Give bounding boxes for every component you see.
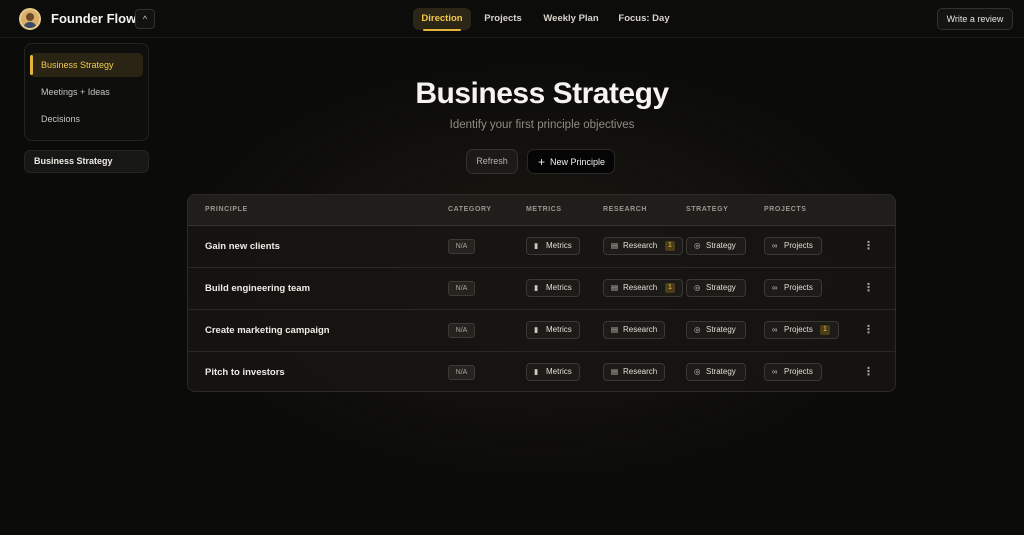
projects-chip-label: Projects bbox=[784, 283, 813, 292]
target-icon: ◎ bbox=[694, 367, 701, 376]
table-row[interactable]: Create marketing campaign N/A ▮ Metrics ▤… bbox=[188, 310, 895, 352]
category-badge: N/A bbox=[448, 239, 475, 254]
principles-table: PRINCIPLE CATEGORY METRICS RESEARCH STRA… bbox=[187, 194, 896, 392]
strategy-chip-label: Strategy bbox=[706, 241, 736, 250]
document-icon: ▤ bbox=[611, 283, 619, 292]
write-review-button[interactable]: Write a review bbox=[937, 8, 1013, 30]
principle-name: Create marketing campaign bbox=[205, 325, 330, 336]
document-icon: ▤ bbox=[611, 241, 619, 250]
projects-chip[interactable]: ∞ Projects 1 bbox=[764, 321, 839, 339]
research-chip[interactable]: ▤ Research bbox=[603, 321, 665, 339]
new-principle-button[interactable]: + New Principle bbox=[527, 149, 615, 174]
research-chip-label: Research bbox=[623, 241, 658, 250]
more-options-icon[interactable]: ⋮ bbox=[863, 323, 874, 339]
page-title: Business Strategy bbox=[415, 77, 669, 110]
more-options-icon[interactable]: ⋮ bbox=[863, 365, 874, 381]
projects-chip[interactable]: ∞ Projects bbox=[764, 237, 822, 255]
strategy-chip-label: Strategy bbox=[706, 367, 736, 376]
principle-name: Gain new clients bbox=[205, 241, 280, 252]
projects-count-badge: 1 bbox=[820, 325, 830, 335]
link-icon: ∞ bbox=[772, 367, 778, 376]
metrics-chip[interactable]: ▮ Metrics bbox=[526, 321, 580, 339]
header-principle: PRINCIPLE bbox=[205, 206, 248, 213]
bar-chart-icon: ▮ bbox=[534, 241, 539, 250]
table-row[interactable]: Gain new clients N/A ▮ Metrics ▤ Research 1… bbox=[188, 226, 895, 268]
nav-tab-projects[interactable]: Projects bbox=[479, 8, 527, 30]
metrics-chip-label: Metrics bbox=[546, 283, 572, 292]
header-category: CATEGORY bbox=[448, 206, 492, 213]
document-icon: ▤ bbox=[611, 325, 619, 334]
nav-tab-weekly-plan[interactable]: Weekly Plan bbox=[539, 8, 603, 30]
nav-tab-focus-day[interactable]: Focus: Day bbox=[614, 8, 674, 30]
metrics-chip-label: Metrics bbox=[546, 367, 572, 376]
metrics-chip[interactable]: ▮ Metrics bbox=[526, 237, 580, 255]
metrics-chip[interactable]: ▮ Metrics bbox=[526, 279, 580, 297]
main-nav: Direction Projects Weekly Plan Focus: Da… bbox=[0, 8, 1024, 31]
bar-chart-icon: ▮ bbox=[534, 367, 539, 376]
research-chip[interactable]: ▤ Research 1 bbox=[603, 237, 683, 255]
bar-chart-icon: ▮ bbox=[534, 283, 539, 292]
header-research: RESEARCH bbox=[603, 206, 648, 213]
principle-name: Pitch to investors bbox=[205, 367, 285, 378]
target-icon: ◎ bbox=[694, 283, 701, 292]
sidebar-selected-card[interactable]: Business Strategy bbox=[24, 150, 149, 173]
table-header: PRINCIPLE CATEGORY METRICS RESEARCH STRA… bbox=[188, 195, 895, 226]
metrics-chip-label: Metrics bbox=[546, 325, 572, 334]
metrics-chip[interactable]: ▮ Metrics bbox=[526, 363, 580, 381]
category-badge: N/A bbox=[448, 323, 475, 338]
strategy-chip[interactable]: ◎ Strategy bbox=[686, 321, 746, 339]
link-icon: ∞ bbox=[772, 325, 778, 334]
top-bar: Founder Flow ^ Direction Projects Weekly… bbox=[0, 0, 1024, 38]
projects-chip-label: Projects bbox=[784, 325, 813, 334]
document-icon: ▤ bbox=[611, 367, 619, 376]
table-row[interactable]: Build engineering team N/A ▮ Metrics ▤ Res… bbox=[188, 268, 895, 310]
new-principle-label: New Principle bbox=[550, 157, 606, 167]
metrics-chip-label: Metrics bbox=[546, 241, 572, 250]
target-icon: ◎ bbox=[694, 241, 701, 250]
strategy-chip[interactable]: ◎ Strategy bbox=[686, 279, 746, 297]
research-chip-label: Research bbox=[623, 325, 658, 334]
strategy-chip[interactable]: ◎ Strategy bbox=[686, 363, 746, 381]
bar-chart-icon: ▮ bbox=[534, 325, 539, 334]
target-icon: ◎ bbox=[694, 325, 701, 334]
projects-chip-label: Projects bbox=[784, 367, 813, 376]
nav-tab-direction[interactable]: Direction bbox=[413, 8, 471, 31]
more-options-icon[interactable]: ⋮ bbox=[863, 239, 874, 255]
link-icon: ∞ bbox=[772, 283, 778, 292]
header-projects: PROJECTS bbox=[764, 206, 807, 213]
projects-chip[interactable]: ∞ Projects bbox=[764, 363, 822, 381]
strategy-chip-label: Strategy bbox=[706, 325, 736, 334]
projects-chip-label: Projects bbox=[784, 241, 813, 250]
strategy-chip[interactable]: ◎ Strategy bbox=[686, 237, 746, 255]
projects-chip[interactable]: ∞ Projects bbox=[764, 279, 822, 297]
link-icon: ∞ bbox=[772, 241, 778, 250]
research-chip-label: Research bbox=[623, 367, 658, 376]
strategy-chip-label: Strategy bbox=[706, 283, 736, 292]
category-badge: N/A bbox=[448, 281, 475, 296]
research-count-badge: 1 bbox=[665, 283, 675, 293]
research-chip[interactable]: ▤ Research 1 bbox=[603, 279, 683, 297]
category-badge: N/A bbox=[448, 365, 475, 380]
table-row[interactable]: Pitch to investors N/A ▮ Metrics ▤ Researc… bbox=[188, 352, 895, 391]
principle-name: Build engineering team bbox=[205, 283, 311, 294]
research-chip-label: Research bbox=[623, 283, 658, 292]
research-count-badge: 1 bbox=[665, 241, 675, 251]
more-options-icon[interactable]: ⋮ bbox=[863, 281, 874, 297]
plus-icon: + bbox=[538, 155, 546, 169]
sidebar-item-business-strategy[interactable]: Business Strategy bbox=[30, 53, 143, 77]
header-metrics: METRICS bbox=[526, 206, 562, 213]
header-strategy: STRATEGY bbox=[686, 206, 729, 213]
research-chip[interactable]: ▤ Research bbox=[603, 363, 665, 381]
refresh-button[interactable]: Refresh bbox=[466, 149, 518, 174]
page-subtitle: Identify your first principle objectives bbox=[449, 119, 635, 131]
